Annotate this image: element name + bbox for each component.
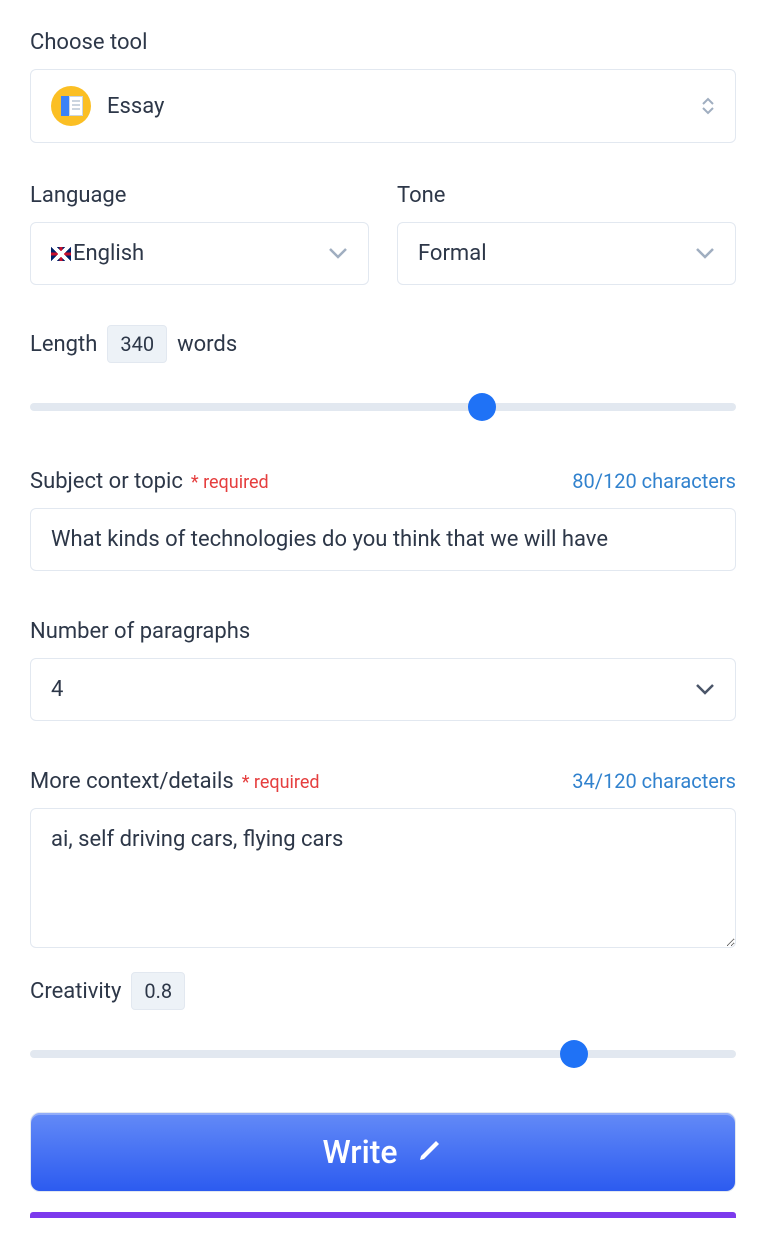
language-value: English: [73, 241, 144, 266]
chevron-down-icon: [695, 680, 715, 699]
updown-icon: [701, 97, 715, 115]
paragraphs-value: 4: [51, 677, 63, 702]
context-required: * required: [242, 772, 320, 793]
choose-tool-label: Choose tool: [30, 30, 736, 55]
tone-select[interactable]: Formal: [397, 222, 736, 285]
chevron-down-icon: [695, 244, 715, 263]
subject-label: Subject or topic: [30, 469, 183, 494]
length-unit: words: [177, 332, 237, 357]
creativity-value: 0.8: [131, 972, 185, 1010]
length-slider[interactable]: [30, 393, 736, 421]
length-value: 340: [107, 325, 167, 363]
chevron-down-icon: [328, 244, 348, 263]
language-label: Language: [30, 183, 369, 208]
subject-counter: 80/120 characters: [572, 469, 736, 493]
creativity-label: Creativity: [30, 979, 121, 1004]
context-input[interactable]: [30, 808, 736, 948]
bottom-bar: [30, 1212, 736, 1218]
subject-input[interactable]: [30, 508, 736, 571]
context-counter: 34/120 characters: [572, 769, 736, 793]
tool-select-value: Essay: [107, 94, 164, 119]
tone-value: Formal: [418, 241, 487, 266]
write-button[interactable]: Write: [30, 1112, 736, 1192]
write-button-label: Write: [322, 1133, 397, 1171]
pencil-icon: [416, 1136, 444, 1168]
length-label: Length: [30, 332, 97, 357]
subject-required: * required: [191, 472, 269, 493]
flag-uk-icon: [51, 247, 71, 261]
paragraphs-label: Number of paragraphs: [30, 619, 736, 644]
tone-label: Tone: [397, 183, 736, 208]
essay-icon: [51, 86, 91, 126]
tool-select[interactable]: Essay: [30, 69, 736, 143]
creativity-slider[interactable]: [30, 1040, 736, 1068]
context-label: More context/details: [30, 769, 234, 794]
paragraphs-select[interactable]: 4: [30, 658, 736, 721]
language-select[interactable]: English: [30, 222, 369, 285]
